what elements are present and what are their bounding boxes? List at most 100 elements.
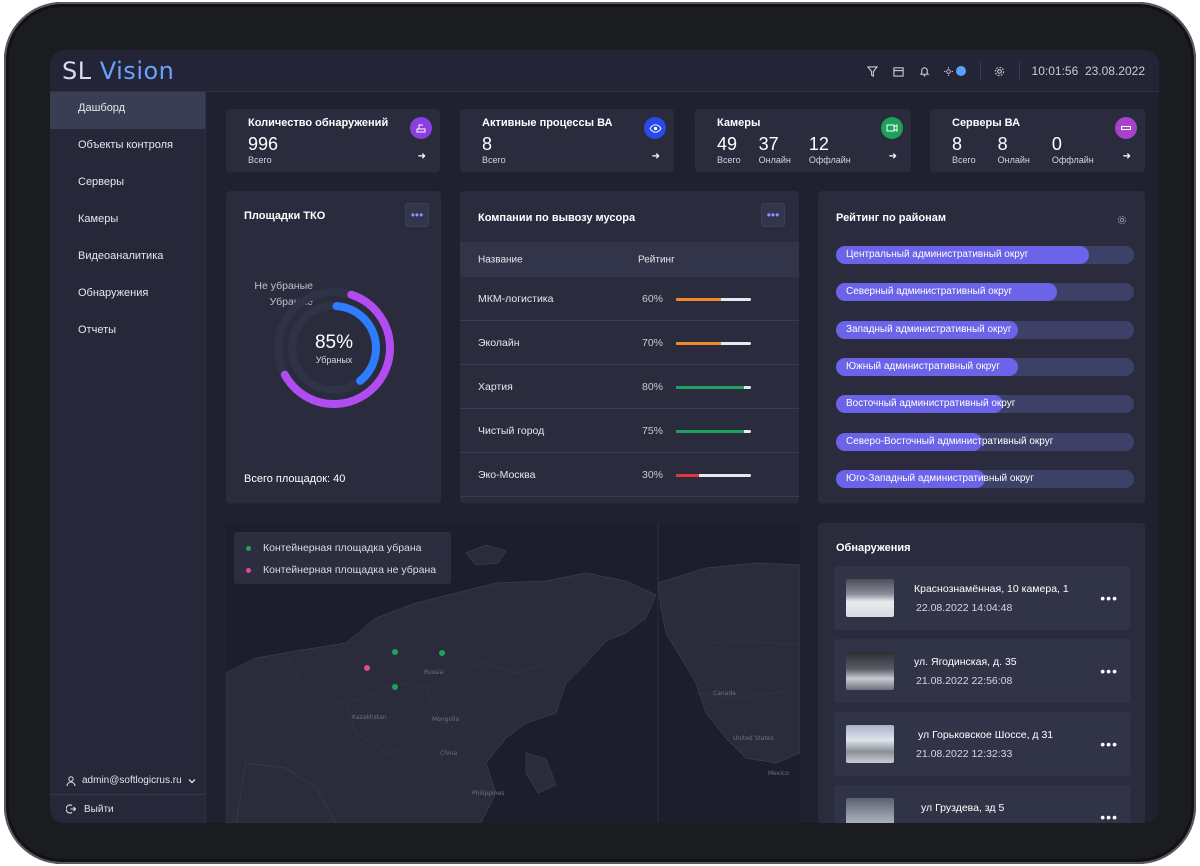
sidebar-item-control-objects[interactable]: Объекты контроля: [50, 129, 205, 166]
stat-title: Серверы ВА: [952, 117, 1021, 129]
table-row[interactable]: Эколайн 70%: [460, 321, 799, 365]
tablet-frame: SL Vision 10:01:56 23.08.2022 Дашборд Об…: [4, 2, 1196, 864]
sidebar-item-video-analytics[interactable]: Видеоаналитика: [50, 240, 205, 277]
detection-item[interactable]: Краснознамённая, 10 камера, 1 22.08.2022…: [834, 566, 1130, 630]
detection-thumbnail[interactable]: [846, 725, 894, 763]
more-options-icon[interactable]: •••: [1100, 590, 1118, 606]
clock: 10:01:56 23.08.2022: [1032, 64, 1145, 78]
donut-percent-label: Убраных: [315, 355, 353, 365]
calendar-icon[interactable]: [892, 64, 906, 78]
more-menu-button[interactable]: •••: [761, 203, 785, 227]
user-menu[interactable]: admin@softlogicrus.ru: [50, 767, 206, 795]
sidebar-item-reports[interactable]: Отчеты: [50, 314, 205, 351]
map-label: Russia: [424, 669, 444, 676]
map-marker-removed[interactable]: [439, 650, 445, 656]
arrow-right-icon[interactable]: ➜: [652, 151, 660, 162]
stat-label: Оффлайн: [1051, 155, 1094, 165]
detection-address: Краснознамённая, 10 камера, 1: [914, 583, 1069, 595]
map-label: Mexico: [768, 770, 789, 777]
district-rating-bar[interactable]: Северный административный округ: [836, 283, 1134, 302]
toggle-knob: [955, 66, 966, 76]
districts-card: Рейтинг по районам Центральный администр…: [818, 191, 1145, 503]
stat-card-servers: Серверы ВА 8 Всего 8 Онлайн 0 Оффлайн ➜: [930, 109, 1145, 172]
company-name: Эко-Москва: [478, 468, 536, 481]
rating-bar-fill: [676, 297, 721, 301]
sidebar-item-dashboard[interactable]: Дашборд: [50, 92, 205, 129]
bell-icon[interactable]: [918, 64, 932, 78]
map-label: Philippines: [472, 790, 504, 797]
app-logo[interactable]: SL Vision: [62, 57, 174, 85]
column-header-name[interactable]: Название: [478, 254, 523, 265]
detection-thumbnail[interactable]: [846, 579, 894, 617]
district-rating-bar[interactable]: Северо-Восточный административный округ: [836, 432, 1134, 451]
rating-bar-fill: [676, 429, 744, 433]
logout-label: Выйти: [84, 803, 114, 815]
detection-item[interactable]: ул. Ягодинская, д. 35 21.08.2022 22:56:0…: [834, 639, 1130, 703]
more-options-icon[interactable]: •••: [1100, 663, 1118, 679]
more-options-icon[interactable]: •••: [1100, 809, 1118, 823]
eye-badge-icon: [644, 117, 666, 139]
filter-icon[interactable]: [866, 64, 880, 78]
detection-item[interactable]: ул Горьковское Шоссе, д 31 21.08.2022 12…: [834, 712, 1130, 776]
legend-item-not-removed: Контейнерная площадка не убрана: [246, 564, 436, 576]
divider: [1018, 61, 1020, 81]
column-header-rating[interactable]: Рейтинг: [638, 254, 675, 265]
gear-icon[interactable]: [993, 64, 1007, 78]
table-row[interactable]: Эко-Москва 30%: [460, 453, 799, 497]
map-marker-removed[interactable]: [392, 684, 398, 690]
stat-title: Количество обнаружений: [248, 117, 389, 129]
stat-title: Камеры: [717, 117, 761, 129]
district-rating-bar[interactable]: Центральный административный округ: [836, 246, 1134, 264]
table-row[interactable]: МКМ-логистика 60%: [460, 277, 799, 321]
theme-toggle[interactable]: [943, 65, 968, 77]
company-rating-percent: 75%: [642, 424, 664, 437]
stat-label: Оффлайн: [808, 155, 851, 165]
district-label: Северный административный округ: [846, 286, 1013, 298]
table-row[interactable]: Хартия 80%: [460, 365, 799, 409]
company-name: МКМ-логистика: [478, 292, 554, 305]
sidebar-bottom: admin@softlogicrus.ru Выйти: [50, 767, 206, 823]
stat-card-detections: Количество обнаружений 996 Всего ➜: [226, 109, 440, 172]
arrow-right-icon[interactable]: ➜: [1123, 151, 1131, 162]
stat-value: 12: [808, 134, 829, 154]
server-badge-icon: [1115, 117, 1137, 139]
map-marker-not-removed[interactable]: [364, 665, 370, 671]
district-label: Северо-Восточный административный округ: [846, 435, 1054, 447]
detection-thumbnail[interactable]: [846, 652, 894, 690]
more-options-icon[interactable]: •••: [1100, 736, 1118, 752]
north-america-landmass: [657, 562, 800, 764]
district-rating-bar[interactable]: Юго-Западный административный округ: [836, 469, 1134, 488]
arrow-right-icon[interactable]: ➜: [418, 151, 426, 162]
sidebar: Дашборд Объекты контроля Серверы Камеры …: [50, 92, 206, 823]
map-label: China: [440, 750, 457, 757]
sidebar-item-servers[interactable]: Серверы: [50, 166, 205, 203]
district-rating-bar[interactable]: Южный административный округ: [836, 357, 1134, 376]
rating-bar-fill: [676, 473, 699, 477]
company-name: Хартия: [478, 380, 513, 393]
detection-address: ул Груздева, зд 5: [921, 802, 1005, 814]
detection-thumbnail[interactable]: [846, 798, 894, 823]
map-card[interactable]: Russia Kazakhstan Mongolia China Canada …: [226, 523, 800, 823]
detection-time: 22.08.2022 14:04:48: [916, 602, 1013, 614]
stat-value: 49: [717, 134, 738, 154]
sidebar-item-detections[interactable]: Обнаружения: [50, 277, 205, 314]
detection-item[interactable]: ул Груздева, зд 5 •••: [834, 785, 1130, 823]
map-marker-removed[interactable]: [392, 649, 398, 655]
district-rating-bar[interactable]: Западный административный округ: [836, 320, 1134, 339]
island-landmass: [465, 544, 507, 566]
company-name: Чистый город: [478, 424, 545, 437]
more-menu-button[interactable]: •••: [405, 203, 429, 227]
card-title: Рейтинг по районам: [836, 212, 947, 224]
sun-icon: [943, 66, 953, 76]
detection-address: ул. Ягодинская, д. 35: [914, 656, 1017, 668]
logout-button[interactable]: Выйти: [50, 795, 206, 823]
card-title: Площадки ТКО: [244, 210, 326, 222]
table-row[interactable]: Чистый город 75%: [460, 409, 799, 453]
sidebar-item-cameras[interactable]: Камеры: [50, 203, 205, 240]
arrow-right-icon[interactable]: ➜: [889, 151, 897, 162]
district-rating-bar[interactable]: Восточный административный округ: [836, 395, 1134, 414]
legend-dot-green: [246, 545, 251, 551]
company-rating-percent: 60%: [642, 292, 664, 305]
gear-icon[interactable]: [1117, 212, 1127, 230]
rating-bar: [676, 297, 751, 301]
